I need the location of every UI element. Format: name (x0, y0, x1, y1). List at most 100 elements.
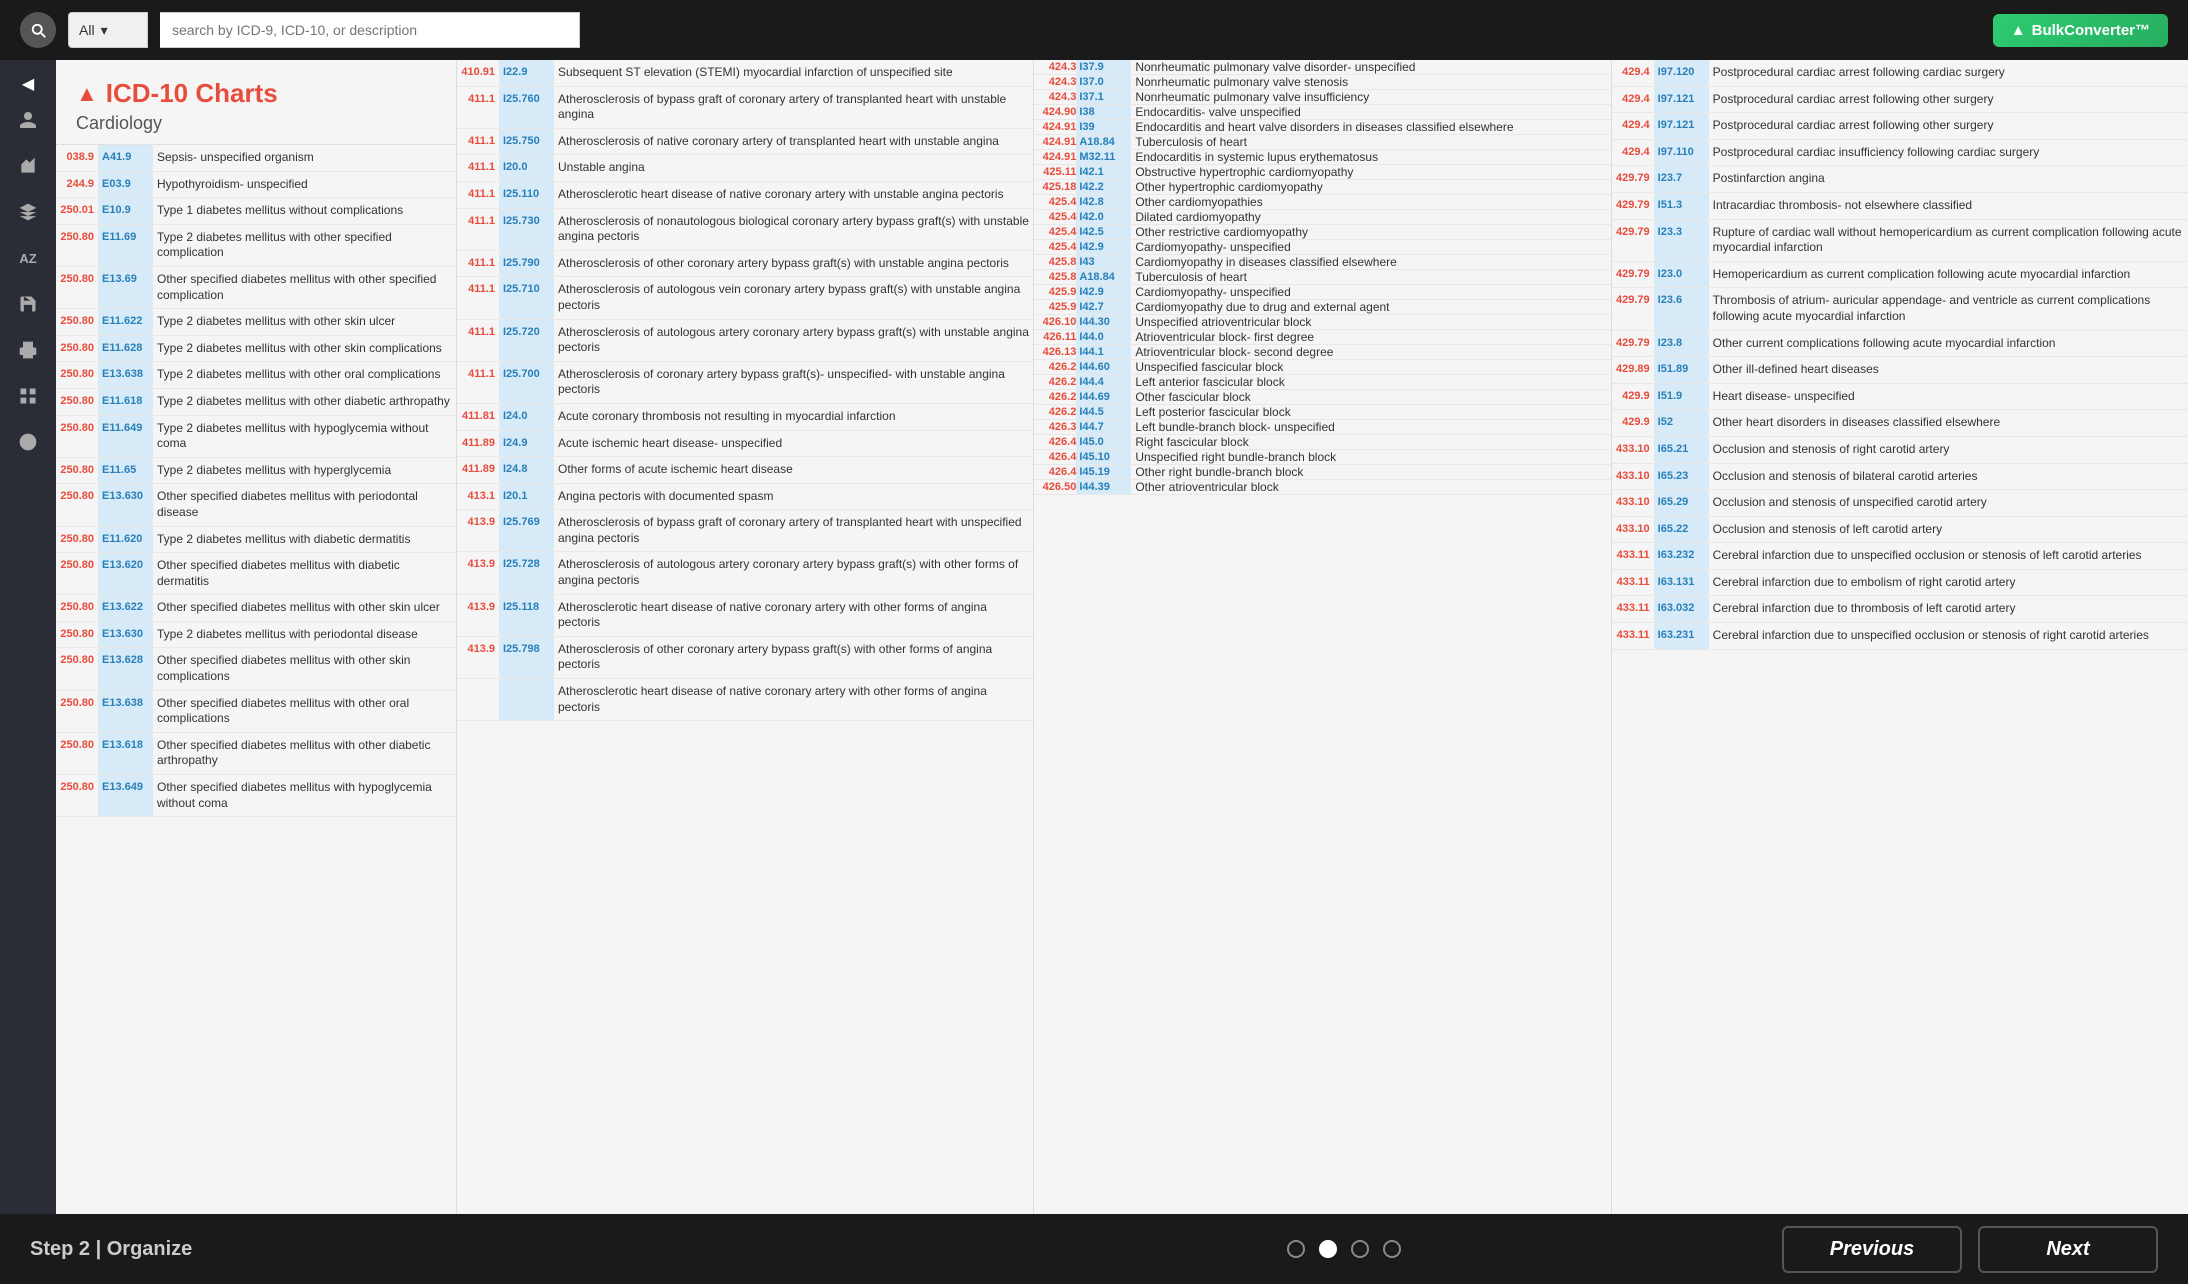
table-row[interactable]: 429.4 I97.121 Postprocedural cardiac arr… (1612, 113, 2188, 140)
table-row[interactable]: 038.9 A41.9 Sepsis- unspecified organism (56, 145, 456, 171)
search-input[interactable] (160, 12, 580, 48)
table-row[interactable]: 426.2 I44.4 Left anterior fascicular blo… (1034, 375, 1610, 390)
table-row[interactable]: 426.4 I45.0 Right fascicular block (1034, 435, 1610, 450)
table-row[interactable]: 425.11 I42.1 Obstructive hypertrophic ca… (1034, 165, 1610, 180)
table-row[interactable]: 411.1 I25.750 Atherosclerosis of native … (457, 128, 1033, 155)
table-row[interactable]: 411.1 I25.700 Atherosclerosis of coronar… (457, 361, 1033, 403)
table-row[interactable]: 424.3 I37.0 Nonrheumatic pulmonary valve… (1034, 75, 1610, 90)
table-row[interactable]: 429.79 I23.0 Hemopericardium as current … (1612, 261, 2188, 288)
table-row[interactable]: 424.90 I38 Endocarditis- valve unspecifi… (1034, 105, 1610, 120)
table-row[interactable]: 411.89 I24.8 Other forms of acute ischem… (457, 457, 1033, 484)
sidebar-item-chart[interactable] (8, 146, 48, 186)
table-row[interactable]: 250.80 E13.638 Type 2 diabetes mellitus … (56, 362, 456, 389)
table-row[interactable]: 250.80 E11.649 Type 2 diabetes mellitus … (56, 415, 456, 457)
table-row[interactable]: 250.01 E10.9 Type 1 diabetes mellitus wi… (56, 198, 456, 225)
table-row[interactable]: 411.1 I25.790 Atherosclerosis of other c… (457, 250, 1033, 277)
table-row[interactable]: 411.1 I25.720 Atherosclerosis of autolog… (457, 319, 1033, 361)
left-table[interactable]: 038.9 A41.9 Sepsis- unspecified organism… (56, 145, 456, 1214)
table-row[interactable]: 250.80 E13.69 Other specified diabetes m… (56, 266, 456, 308)
sidebar-item-save[interactable] (8, 284, 48, 324)
table-row[interactable]: 429.79 I23.7 Postinfarction angina (1612, 166, 2188, 193)
sidebar-item-person[interactable] (8, 100, 48, 140)
table-row[interactable]: 429.4 I97.120 Postprocedural cardiac arr… (1612, 60, 2188, 86)
search-icon-button[interactable] (20, 12, 56, 48)
table-row[interactable]: 429.4 I97.121 Postprocedural cardiac arr… (1612, 86, 2188, 113)
table-row[interactable]: 425.4 I42.9 Cardiomyopathy- unspecified (1034, 240, 1610, 255)
table-row[interactable]: 433.10 I65.23 Occlusion and stenosis of … (1612, 463, 2188, 490)
table-row[interactable]: 250.80 E11.69 Type 2 diabetes mellitus w… (56, 224, 456, 266)
table-row[interactable]: 250.80 E13.638 Other specified diabetes … (56, 690, 456, 732)
table-row[interactable]: 413.9 I25.118 Atherosclerotic heart dise… (457, 594, 1033, 636)
table-row[interactable]: 250.80 E11.622 Type 2 diabetes mellitus … (56, 309, 456, 336)
bulk-converter-button[interactable]: ▲ BulkConverter™ (1993, 14, 2168, 47)
table-row[interactable]: Atherosclerotic heart disease of native … (457, 679, 1033, 721)
table-row[interactable]: 425.4 I42.0 Dilated cardiomyopathy (1034, 210, 1610, 225)
sidebar-collapse-button[interactable]: ◀ (22, 74, 34, 94)
table-row[interactable]: 429.79 I23.8 Other current complications… (1612, 330, 2188, 357)
table-row[interactable]: 433.10 I65.22 Occlusion and stenosis of … (1612, 516, 2188, 543)
sidebar-item-print[interactable] (8, 330, 48, 370)
table-row[interactable]: 426.2 I44.5 Left posterior fascicular bl… (1034, 405, 1610, 420)
sidebar-item-info[interactable] (8, 422, 48, 462)
table-row[interactable]: 410.91 I22.9 Subsequent ST elevation (ST… (457, 60, 1033, 86)
table-row[interactable]: 250.80 E13.618 Other specified diabetes … (56, 732, 456, 774)
table-row[interactable]: 250.80 E13.628 Other specified diabetes … (56, 648, 456, 690)
table-row[interactable]: 250.80 E13.649 Other specified diabetes … (56, 775, 456, 817)
table-row[interactable]: 411.1 I25.730 Atherosclerosis of nonauto… (457, 208, 1033, 250)
table-row[interactable]: 250.80 E11.620 Type 2 diabetes mellitus … (56, 526, 456, 553)
table-row[interactable]: 413.9 I25.798 Atherosclerosis of other c… (457, 636, 1033, 678)
page-dot-4[interactable] (1383, 1240, 1401, 1258)
right-table[interactable]: 429.4 I97.120 Postprocedural cardiac arr… (1611, 60, 2188, 1214)
table-row[interactable]: 424.3 I37.9 Nonrheumatic pulmonary valve… (1034, 60, 1610, 75)
all-dropdown[interactable]: All ▾ (68, 12, 148, 48)
table-row[interactable]: 425.9 I42.7 Cardiomyopathy due to drug a… (1034, 300, 1610, 315)
table-row[interactable]: 411.1 I25.710 Atherosclerosis of autolog… (457, 277, 1033, 319)
table-row[interactable]: 424.91 A18.84 Tuberculosis of heart (1034, 135, 1610, 150)
table-row[interactable]: 250.80 E13.630 Type 2 diabetes mellitus … (56, 621, 456, 648)
sidebar-item-grid[interactable] (8, 376, 48, 416)
table-row[interactable]: 429.9 I51.9 Heart disease- unspecified (1612, 383, 2188, 410)
table-row[interactable]: 426.2 I44.60 Unspecified fascicular bloc… (1034, 360, 1610, 375)
table-row[interactable]: 424.3 I37.1 Nonrheumatic pulmonary valve… (1034, 90, 1610, 105)
table-row[interactable]: 411.1 I20.0 Unstable angina (457, 155, 1033, 182)
table-row[interactable]: 250.80 E13.630 Other specified diabetes … (56, 484, 456, 526)
table-row[interactable]: 426.50 I44.39 Other atrioventricular blo… (1034, 480, 1610, 495)
table-row[interactable]: 424.91 I39 Endocarditis and heart valve … (1034, 120, 1610, 135)
table-row[interactable]: 425.4 I42.8 Other cardiomyopathies (1034, 195, 1610, 210)
table-row[interactable]: 413.9 I25.769 Atherosclerosis of bypass … (457, 510, 1033, 552)
page-dot-2[interactable] (1319, 1240, 1337, 1258)
table-row[interactable]: 426.13 I44.1 Atrioventricular block- sec… (1034, 345, 1610, 360)
col2-table[interactable]: 424.3 I37.9 Nonrheumatic pulmonary valve… (1033, 60, 1610, 1214)
middle-table[interactable]: 410.91 I22.9 Subsequent ST elevation (ST… (456, 60, 1033, 1214)
table-row[interactable]: 426.11 I44.0 Atrioventricular block- fir… (1034, 330, 1610, 345)
table-row[interactable]: 425.9 I42.9 Cardiomyopathy- unspecified (1034, 285, 1610, 300)
table-row[interactable]: 426.4 I45.19 Other right bundle-branch b… (1034, 465, 1610, 480)
table-row[interactable]: 426.2 I44.69 Other fascicular block (1034, 390, 1610, 405)
table-row[interactable]: 429.79 I23.6 Thrombosis of atrium- auric… (1612, 288, 2188, 330)
table-row[interactable]: 425.8 I43 Cardiomyopathy in diseases cla… (1034, 255, 1610, 270)
table-row[interactable]: 413.1 I20.1 Angina pectoris with documen… (457, 483, 1033, 510)
table-row[interactable]: 425.18 I42.2 Other hypertrophic cardiomy… (1034, 180, 1610, 195)
table-row[interactable]: 413.9 I25.728 Atherosclerosis of autolog… (457, 552, 1033, 594)
table-row[interactable]: 411.1 I25.760 Atherosclerosis of bypass … (457, 86, 1033, 128)
table-row[interactable]: 426.4 I45.10 Unspecified right bundle-br… (1034, 450, 1610, 465)
next-button[interactable]: Next (1978, 1226, 2158, 1273)
table-row[interactable]: 411.1 I25.110 Atherosclerotic heart dise… (457, 181, 1033, 208)
table-row[interactable]: 429.79 I23.3 Rupture of cardiac wall wit… (1612, 219, 2188, 261)
table-row[interactable]: 433.10 I65.21 Occlusion and stenosis of … (1612, 436, 2188, 463)
sidebar-item-az[interactable]: AZ (8, 238, 48, 278)
table-row[interactable]: 424.91 M32.11 Endocarditis in systemic l… (1034, 150, 1610, 165)
table-row[interactable]: 429.9 I52 Other heart disorders in disea… (1612, 410, 2188, 437)
table-row[interactable]: 433.11 I63.131 Cerebral infarction due t… (1612, 569, 2188, 596)
previous-button[interactable]: Previous (1782, 1226, 1962, 1273)
table-row[interactable]: 250.80 E11.65 Type 2 diabetes mellitus w… (56, 457, 456, 484)
table-row[interactable]: 433.11 I63.231 Cerebral infarction due t… (1612, 623, 2188, 650)
page-dot-1[interactable] (1287, 1240, 1305, 1258)
table-row[interactable]: 250.80 E11.628 Type 2 diabetes mellitus … (56, 335, 456, 362)
table-row[interactable]: 250.80 E13.620 Other specified diabetes … (56, 553, 456, 595)
table-row[interactable]: 425.4 I42.5 Other restrictive cardiomyop… (1034, 225, 1610, 240)
table-row[interactable]: 426.3 I44.7 Left bundle-branch block- un… (1034, 420, 1610, 435)
table-row[interactable]: 411.89 I24.9 Acute ischemic heart diseas… (457, 430, 1033, 457)
table-row[interactable]: 244.9 E03.9 Hypothyroidism- unspecified (56, 171, 456, 198)
table-row[interactable]: 429.89 I51.89 Other ill-defined heart di… (1612, 357, 2188, 384)
